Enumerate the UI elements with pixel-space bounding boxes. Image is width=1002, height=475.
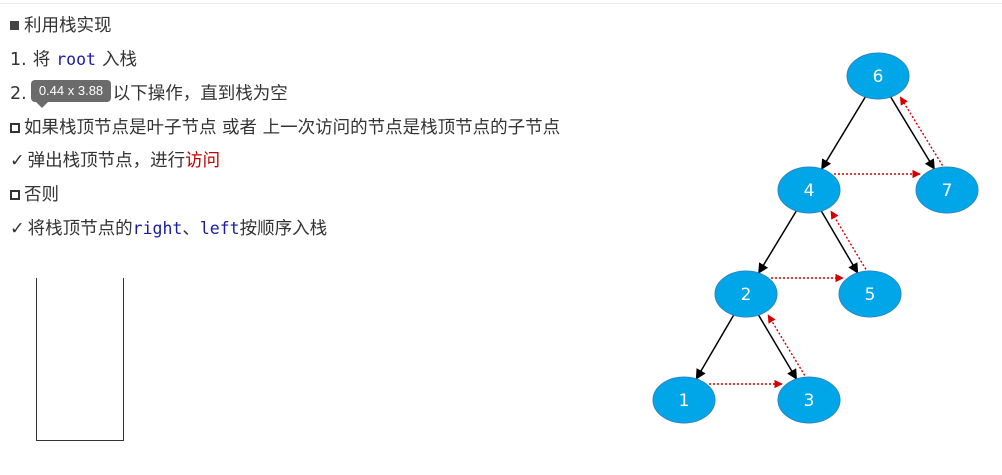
node-label: 2 — [741, 285, 752, 305]
tree-edge-2-1 — [695, 314, 735, 380]
node-label: 4 — [804, 181, 815, 201]
traversal-arrow-3-2 — [767, 314, 808, 380]
node-label: 3 — [804, 391, 815, 411]
traversal-arrow-5-4 — [830, 210, 869, 274]
tree-node-2: 2 — [714, 270, 778, 318]
tree-node-4: 4 — [777, 166, 841, 214]
tree-edge-6-4 — [821, 96, 866, 170]
tree-node-7: 7 — [915, 166, 979, 214]
binary-tree-diagram: 6 4 7 2 5 1 3 — [652, 52, 979, 424]
node-label: 5 — [865, 285, 876, 305]
node-label: 7 — [942, 181, 953, 201]
tree-node-6: 6 — [846, 52, 910, 100]
node-label: 6 — [873, 67, 884, 87]
tree-edge-6-7 — [890, 96, 935, 170]
tree-edge-4-2 — [758, 210, 797, 274]
tree-edge-4-5 — [820, 210, 859, 274]
tree-node-3: 3 — [777, 376, 841, 424]
tree-node-1: 1 — [652, 376, 716, 424]
tree-node-5: 5 — [838, 270, 902, 318]
traversal-arrow-7-6 — [899, 96, 946, 170]
node-label: 1 — [679, 391, 690, 411]
tree-edge-2-3 — [757, 314, 798, 380]
